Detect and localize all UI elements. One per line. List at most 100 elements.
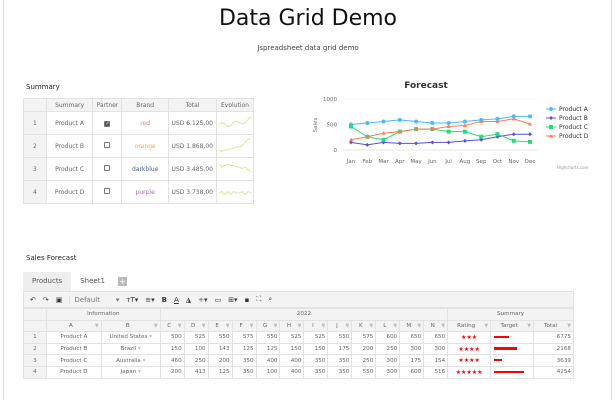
total-cell[interactable]: 6775 [533,331,574,344]
product-cell[interactable]: Product A [45,331,102,344]
column-header[interactable]: Total ▼ [533,319,574,333]
value-cell[interactable]: 400 [255,354,281,367]
filter-icon[interactable]: ▼ [567,323,571,329]
value-cell[interactable]: 125 [207,365,233,379]
column-header[interactable]: C ▼ [159,319,185,333]
country-dropdown[interactable]: Australia ▾ [100,354,161,367]
font-size-icon[interactable]: ᴛT▾ [126,296,138,304]
rating-cell[interactable]: ★★★★★ [447,365,492,379]
brand-cell[interactable]: purple [121,180,170,204]
column-header[interactable]: N ▼ [423,319,449,333]
value-cell[interactable]: 125 [255,342,281,356]
add-sheet-icon[interactable]: + [117,277,127,286]
country-dropdown[interactable]: Japan ▾ [100,365,161,379]
value-cell[interactable]: 150 [279,342,305,356]
col-header[interactable]: Total [168,98,217,112]
column-header[interactable]: H ▼ [279,319,305,333]
value-cell[interactable]: 250 [375,342,401,356]
column-header[interactable]: K ▼ [351,319,377,333]
col-header[interactable]: Summary [45,98,94,112]
tab-products[interactable]: Products [23,272,72,291]
value-cell[interactable]: 300 [375,354,401,367]
country-dropdown[interactable]: Brazil ▾ [100,342,161,356]
value-cell[interactable]: 200 [159,365,185,379]
value-cell[interactable]: 300 [375,365,401,379]
column-header[interactable]: B ▼ [100,319,161,333]
product-cell[interactable]: Product D [45,365,102,379]
value-cell[interactable]: 550 [327,331,353,344]
column-header[interactable]: E ▼ [207,319,233,333]
value-cell[interactable]: 413 [183,365,209,379]
column-header[interactable]: A ▼ [45,319,102,333]
value-cell[interactable]: 100 [183,342,209,356]
value-cell[interactable]: 350 [303,365,329,379]
value-cell[interactable]: 550 [255,331,281,344]
text-color-icon[interactable]: A [174,296,179,304]
filter-icon[interactable]: ▼ [527,323,531,329]
borders-icon[interactable]: ⊞▾ [228,296,237,304]
value-cell[interactable]: 350 [231,354,257,367]
partner-checkbox[interactable] [104,188,111,194]
legend-item[interactable]: Product C [559,124,588,131]
value-cell[interactable]: 150 [159,342,185,356]
value-cell[interactable]: 300 [423,342,449,356]
partner-checkbox[interactable] [104,165,111,171]
align-icon[interactable]: ≡▾ [145,296,154,304]
value-cell[interactable]: 350 [303,354,329,367]
country-dropdown[interactable]: United States ▾ [100,331,161,344]
value-cell[interactable]: 525 [303,331,329,344]
legend-item[interactable]: Product A [559,106,589,113]
value-cell[interactable]: 125 [231,342,257,356]
filter-icon[interactable]: ▼ [345,323,349,329]
column-header[interactable]: F ▼ [231,319,257,333]
column-header[interactable]: D ▼ [183,319,209,333]
value-cell[interactable]: 143 [207,342,233,356]
product-name[interactable]: Product C [45,157,94,181]
value-cell[interactable]: 550 [207,331,233,344]
chart-credit[interactable]: Highcharts.com [557,165,589,170]
filter-icon[interactable]: ▼ [95,323,99,329]
save-icon[interactable]: ▣ [56,296,63,304]
value-cell[interactable]: 650 [423,331,449,344]
filter-icon[interactable]: ▼ [322,323,326,329]
filter-icon[interactable]: ▼ [298,323,302,329]
value-cell[interactable]: 550 [351,365,377,379]
column-header[interactable]: J ▼ [327,319,353,333]
value-cell[interactable]: 154 [423,354,449,367]
product-name[interactable]: Product A [45,111,94,135]
value-cell[interactable]: 250 [183,354,209,367]
target-cell[interactable] [490,342,535,356]
value-cell[interactable]: 650 [399,331,425,344]
total-cell[interactable]: USD 3.485,00 [168,157,217,181]
col-header[interactable]: Brand [121,98,170,112]
value-cell[interactable]: 150 [303,342,329,356]
filter-icon[interactable]: ▼ [226,323,230,329]
value-cell[interactable]: 516 [423,365,449,379]
value-cell[interactable]: 500 [159,331,185,344]
legend-item[interactable]: Product D [559,133,589,140]
brand-cell[interactable]: orange [121,134,170,158]
column-header[interactable]: L ▼ [375,319,401,333]
filter-icon[interactable]: ▼ [484,323,488,329]
legend-item[interactable]: Product B [559,115,588,122]
value-cell[interactable]: 100 [255,365,281,379]
rating-cell[interactable]: ★★★★ [447,342,492,356]
partner-checkbox[interactable]: ✓ [104,120,111,127]
filter-icon[interactable]: ▼ [417,323,421,329]
redo-icon[interactable]: ↷ [43,296,49,304]
value-cell[interactable]: 350 [231,365,257,379]
value-cell[interactable]: 175 [327,342,353,356]
font-select[interactable]: Default ▾ [69,295,119,304]
col-header[interactable]: Partner [92,98,123,112]
value-cell[interactable]: 600 [375,331,401,344]
target-cell[interactable] [490,331,535,344]
filter-icon[interactable]: ▼ [178,323,182,329]
column-header[interactable]: Target ▼ [490,319,535,333]
filter-icon[interactable]: ▼ [393,323,397,329]
product-name[interactable]: Product B [45,134,94,158]
product-cell[interactable]: Product C [45,354,102,367]
value-cell[interactable]: 400 [279,365,305,379]
value-cell[interactable]: 525 [279,331,305,344]
rating-cell[interactable]: ★★★★ [447,354,492,367]
filter-icon[interactable]: ▼ [441,323,445,329]
